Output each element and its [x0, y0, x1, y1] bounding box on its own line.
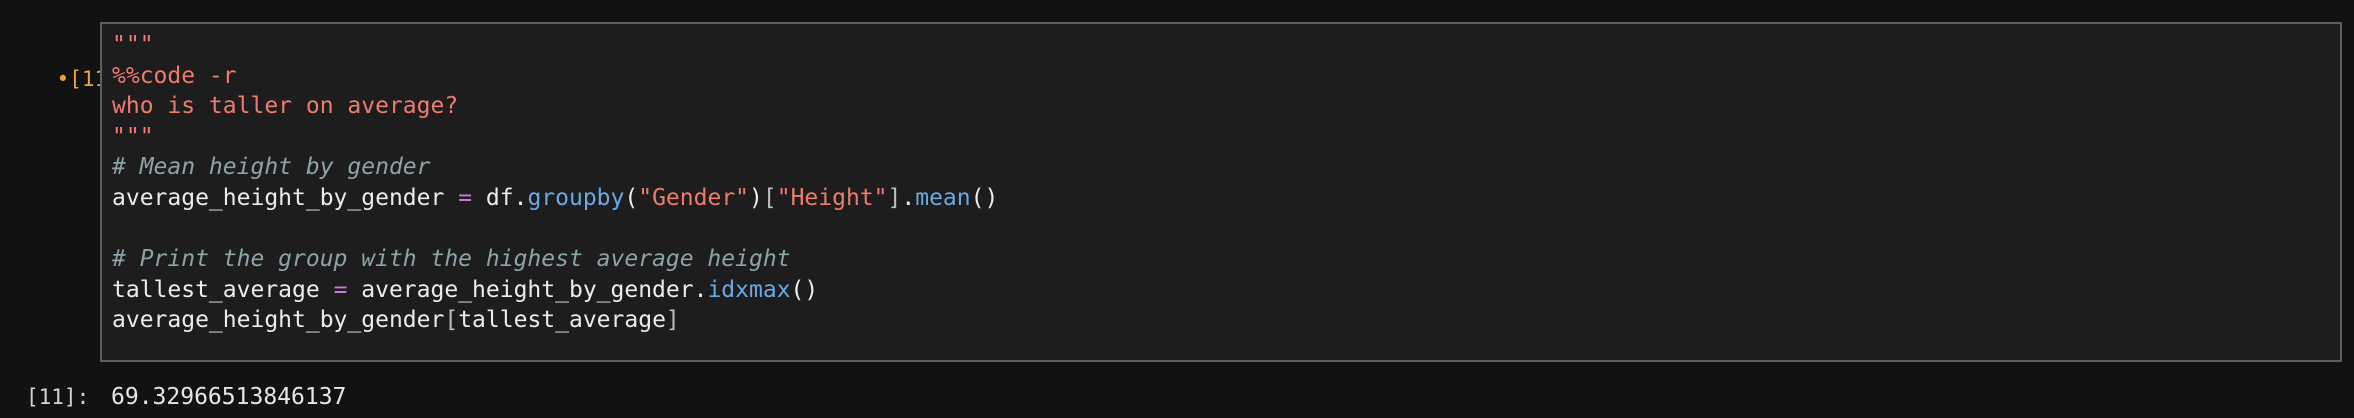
code-token-var: average_height_by_gender	[112, 184, 459, 211]
code-token-var: average_height_by_gender.	[347, 276, 708, 303]
output-prompt: [11]:	[26, 385, 90, 409]
code-line[interactable]: who is taller on average?	[112, 91, 998, 122]
code-line[interactable]: average_height_by_gender[tallest_average…	[112, 305, 998, 336]
code-token-str: "Height"	[776, 184, 888, 211]
output-value: 69.32966513846137	[111, 384, 347, 410]
code-token-str: """	[112, 123, 154, 150]
code-token-var: tallest_average	[112, 276, 334, 303]
code-token-fn: mean	[915, 184, 971, 211]
code-token-brk: ]	[887, 184, 902, 211]
unsaved-change-marker: •	[56, 67, 70, 91]
code-token-var: ()	[970, 184, 999, 211]
code-line[interactable]: # Mean height by gender	[112, 152, 998, 183]
code-token-str: "Gender"	[638, 184, 750, 211]
code-token-op: =	[333, 276, 348, 303]
code-line[interactable]	[112, 214, 998, 245]
code-token-brk: ]	[665, 307, 680, 334]
code-token-fn: groupby	[527, 184, 625, 211]
code-token-brk: [	[444, 307, 459, 334]
output-cell: [11]: 69.32966513846137	[0, 380, 2354, 416]
code-token-var: (	[624, 184, 639, 211]
code-line[interactable]: average_height_by_gender = df.groupby("G…	[112, 183, 998, 214]
code-editor[interactable]: """ %%code -r who is taller on average? """…	[100, 22, 2342, 362]
code-token-fn: idxmax	[707, 276, 791, 303]
code-token-var: df.	[472, 184, 528, 211]
code-token-comment: # Mean height by gender	[112, 154, 431, 181]
code-token-var: tallest_average	[458, 307, 666, 334]
code-token-str: %%code -r	[112, 62, 237, 89]
code-line[interactable]: %%code -r	[112, 61, 998, 92]
code-token-var: ()	[790, 276, 819, 303]
code-lines[interactable]: """ %%code -r who is taller on average? """…	[112, 30, 998, 336]
code-token-var: average_height_by_gender	[112, 307, 445, 334]
code-token-str: """	[112, 32, 154, 58]
input-cell[interactable]: •[11]: """%%code -rwho is taller on aver…	[0, 22, 2354, 366]
code-token-brk: [	[762, 184, 777, 211]
code-line[interactable]: tallest_average = average_height_by_gend…	[112, 275, 998, 306]
code-line[interactable]: # Print the group with the highest avera…	[112, 244, 998, 275]
code-token-comment: # Print the group with the highest avera…	[112, 246, 791, 273]
code-token-str: who is taller on average?	[112, 93, 459, 120]
code-line[interactable]: """	[112, 122, 998, 153]
code-token-var: )	[749, 184, 763, 211]
code-line[interactable]: """	[112, 30, 998, 61]
code-token-op: =	[458, 184, 473, 211]
code-token-var: .	[901, 184, 916, 211]
